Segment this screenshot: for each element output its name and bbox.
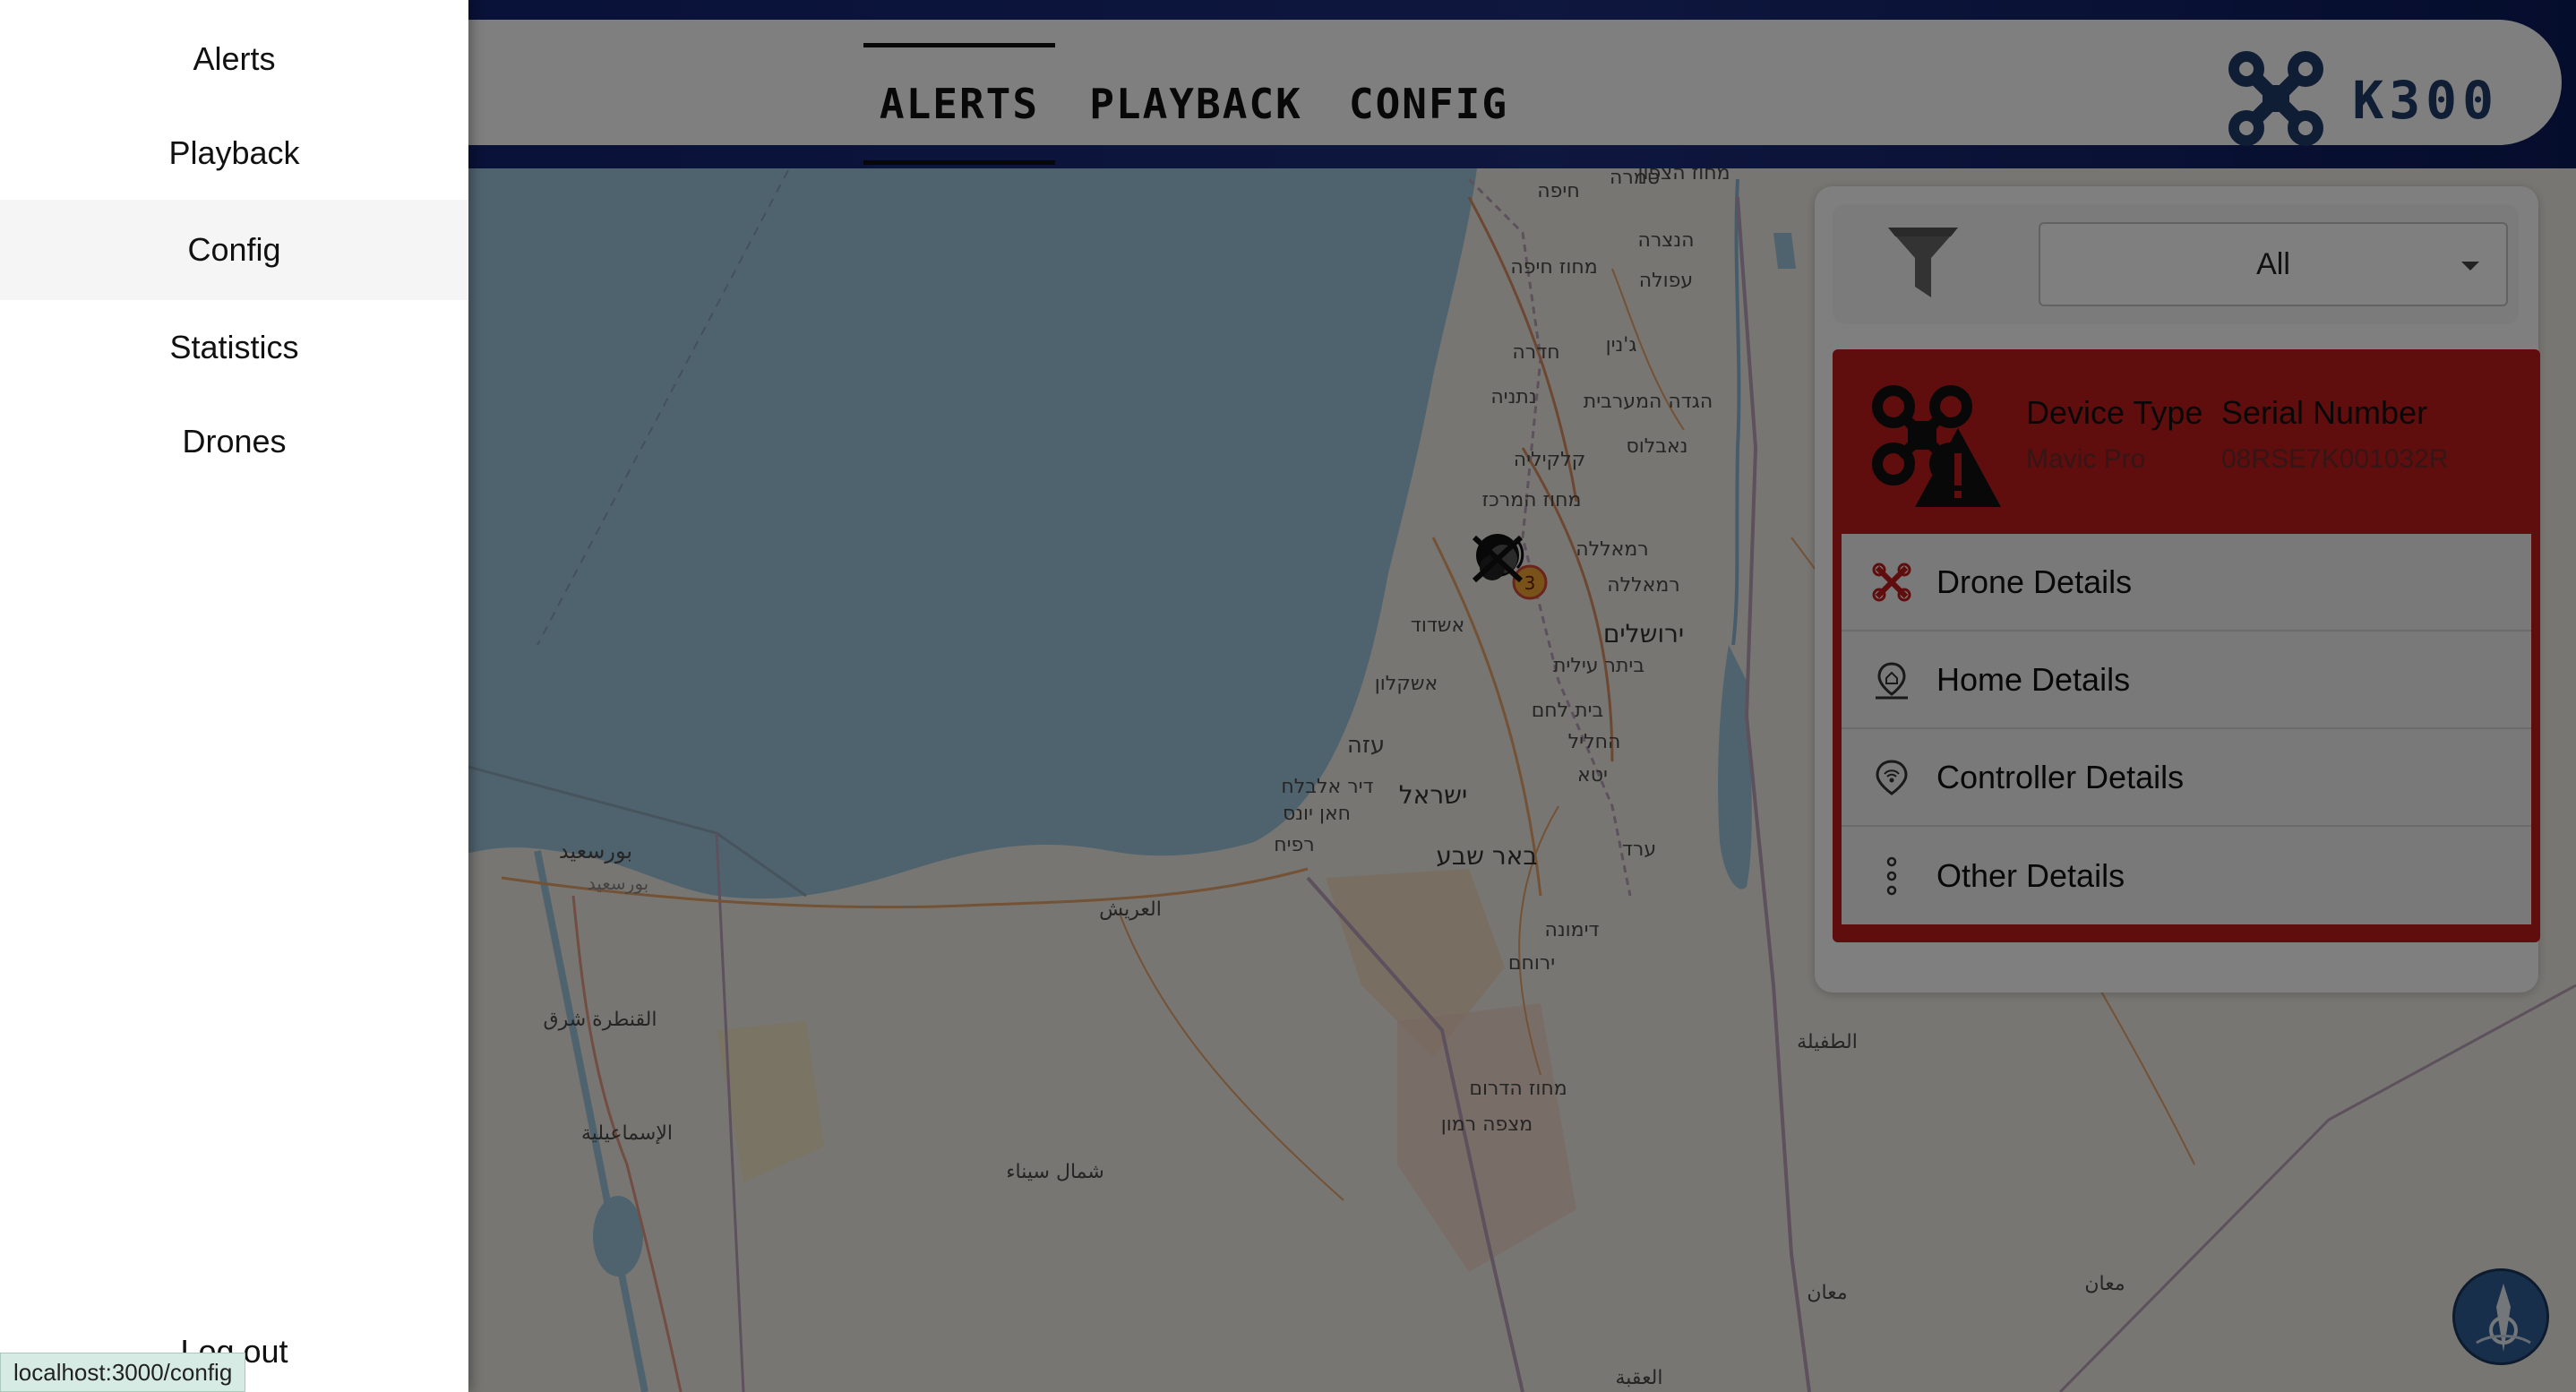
drawer-item-playback[interactable]: Playback — [0, 106, 468, 200]
drawer-item-alerts[interactable]: Alerts — [0, 12, 468, 106]
drawer-item-config[interactable]: Config — [0, 200, 468, 300]
browser-status-url: localhost:3000/config — [0, 1353, 246, 1392]
side-drawer: Alerts Playback Config Statistics Drones… — [0, 0, 468, 1392]
drawer-item-drones[interactable]: Drones — [0, 394, 468, 488]
drawer-item-statistics[interactable]: Statistics — [0, 300, 468, 394]
